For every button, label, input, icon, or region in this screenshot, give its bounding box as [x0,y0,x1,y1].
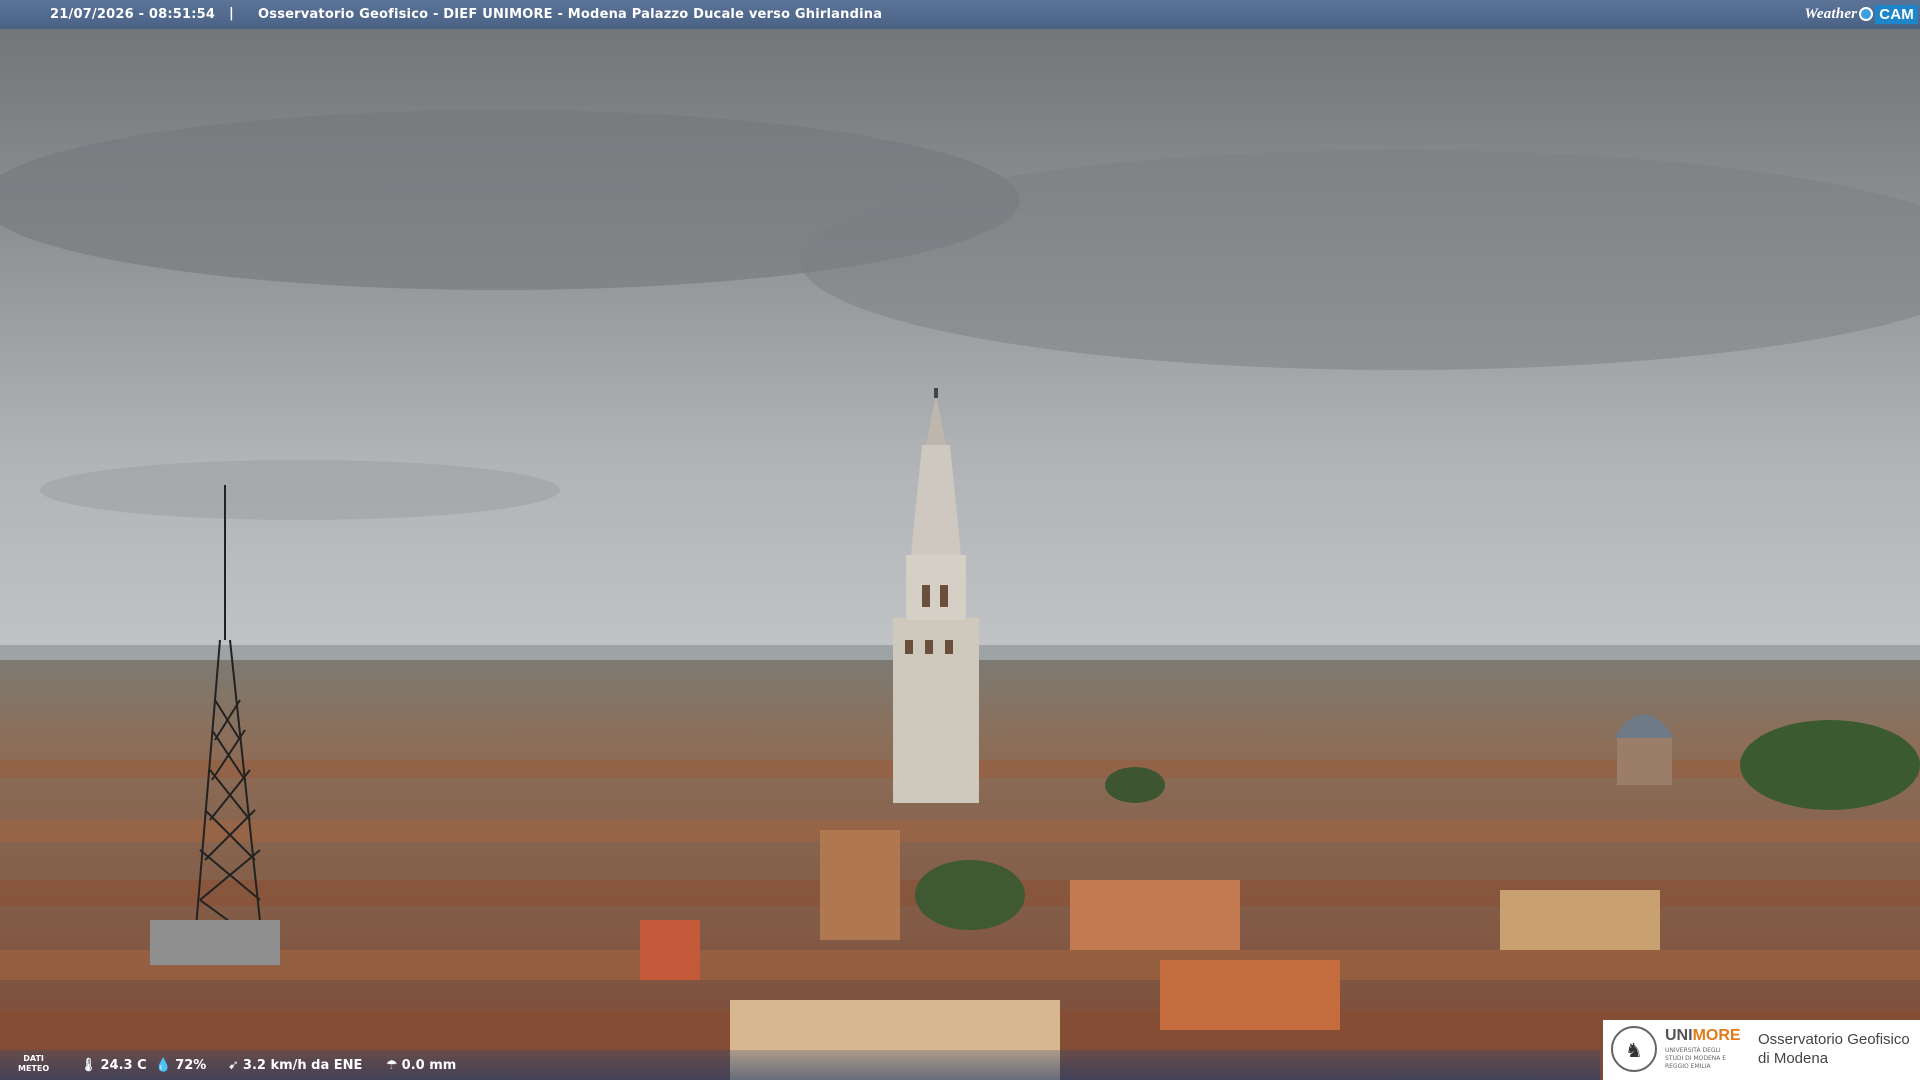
webcam-image [0,0,1920,1080]
brand-weather: Weather [1804,5,1858,22]
thermometer-icon: 🌡 [80,1058,97,1073]
wind-icon: ➹ [228,1058,239,1073]
brand-cam: CAM [1875,4,1918,24]
weathercam-logo: Weather CAM [1804,2,1918,26]
camera-title: Osservatorio Geofisico - DIEF UNIMORE - … [258,7,883,22]
unimore-observatory-logo: ♞ UNIMORE UNIVERSITÀ DEGLI STUDI DI MODE… [1603,1020,1920,1080]
wind-reading: ➹ 3.2 km/h da ENE [228,1058,363,1073]
top-info-bar: 21/07/2026 - 08:51:54 | Osservatorio Geo… [0,0,1920,29]
brand-dot-icon [1859,7,1874,21]
rain-icon: ☂ [386,1058,398,1073]
temperature-reading: 🌡 24.3 C [80,1058,147,1073]
humidity-reading: 💧 72% [155,1058,207,1073]
humidity-drop-icon: 💧 [155,1058,172,1073]
university-seal-icon: ♞ [1611,1026,1657,1072]
unimore-subtitle: UNIVERSITÀ DEGLI STUDI DI MODENA E REGGI… [1665,1047,1727,1070]
timestamp: 21/07/2026 - 08:51:54 [50,7,216,22]
observatory-name: Osservatorio Geofisico di Modena [1758,1031,1910,1067]
unimore-wordmark: UNIMORE [1665,1027,1741,1044]
weather-data-label: DATI METEO [18,1054,50,1073]
rain-reading: ☂ 0.0 mm [386,1058,457,1073]
weather-data-bar: DATI METEO 🌡 24.3 C 💧 72% ➹ 3.2 km/h da … [0,1050,1600,1080]
separator: | [229,6,234,21]
